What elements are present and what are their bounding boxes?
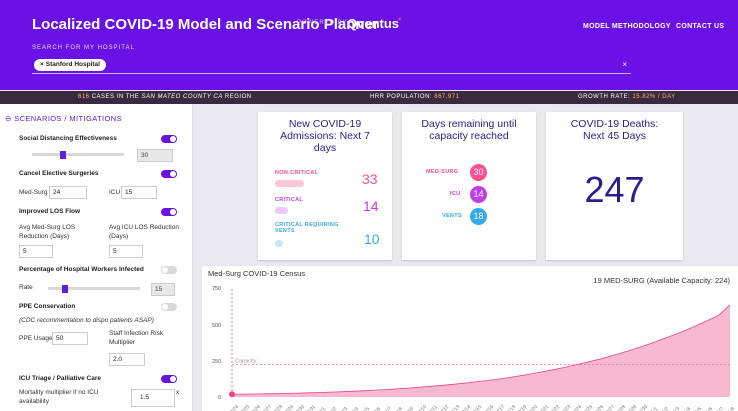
- ppe-note: (CDC recommentation to dispo patients AS…: [19, 317, 154, 324]
- los-icu-input[interactable]: 5: [109, 245, 143, 258]
- icu-input[interactable]: 15: [121, 186, 157, 199]
- vents-value: 10: [364, 231, 380, 247]
- elective-toggle[interactable]: [161, 170, 177, 178]
- risk-input[interactable]: 2.0: [109, 353, 145, 366]
- social-distancing-thumb[interactable]: [59, 151, 66, 159]
- capacity-medsurg-label: MED-SURG: [426, 169, 459, 175]
- ppe-toggle[interactable]: [161, 303, 177, 311]
- census-chart-panel: Med-Surg COVID-19 Census 19 MED-SURG (Av…: [202, 266, 738, 411]
- workers-label: Percentage of Hospital Workers Infected: [19, 266, 144, 273]
- social-distancing-value[interactable]: 30: [137, 149, 173, 162]
- hospital-chip[interactable]: × Stanford Hospital: [34, 59, 106, 71]
- icu-triage-label: ICU Triage / Palliative Care: [19, 375, 102, 382]
- census-chart: Capacity: [229, 289, 731, 398]
- ppe-usage-label: PPE Usage: [19, 335, 53, 342]
- ppe-usage-input[interactable]: 50: [52, 332, 88, 345]
- critical-label: CRITICAL: [275, 197, 304, 203]
- los-label: Improved LOS Flow: [19, 208, 81, 215]
- search-label: SEARCH FOR MY HOSPITAL: [32, 45, 135, 51]
- capacity-card: Days remaining until capacity reached ME…: [402, 112, 536, 260]
- social-distancing-toggle[interactable]: [161, 135, 177, 143]
- chip-remove-icon[interactable]: ×: [40, 61, 44, 68]
- workers-toggle[interactable]: [161, 266, 177, 274]
- capacity-vents-value: 18: [470, 208, 487, 225]
- powered-by-label: POWERED BY: [297, 20, 348, 26]
- today-point: [229, 391, 235, 398]
- capacity-icu-label: ICU: [450, 191, 461, 197]
- stats-bar: 616 CASES IN THE SAN MATEO COUNTY CA REG…: [0, 91, 738, 104]
- social-distancing-slider[interactable]: [32, 153, 124, 156]
- social-distancing-label: Social Distancing Effectiveness: [19, 135, 117, 142]
- los-medsurg-input[interactable]: 5: [19, 245, 53, 258]
- los-icu-label: Avg ICU LOS Reduction: [109, 224, 179, 231]
- workers-value[interactable]: 15: [151, 283, 175, 296]
- deaths-card: COVID-19 Deaths: Next 45 Days 247: [546, 112, 683, 260]
- mortality-label-2: availability: [19, 398, 49, 405]
- critical-value: 14: [363, 198, 379, 214]
- risk-label: Staff Infection Risk: [109, 330, 164, 337]
- mortality-input[interactable]: 1.5: [131, 389, 175, 407]
- los-medsurg-label: Avg Med-Surg LOS: [19, 224, 76, 231]
- los-toggle[interactable]: [161, 208, 177, 216]
- capacity-icu-value: 14: [470, 186, 487, 203]
- capacity-label: Capacity: [235, 359, 257, 365]
- vents-label: CRITICAL REQUIRING VENTS: [275, 222, 339, 234]
- icu-triage-toggle[interactable]: [161, 375, 177, 383]
- capacity-title: Days remaining until capacity reached: [421, 118, 517, 142]
- cases-stat: 616 CASES IN THE SAN MATEO COUNTY CA REG…: [78, 94, 252, 100]
- expand-icon[interactable]: ⊖: [5, 114, 12, 123]
- los-icu-label-2: (Days): [109, 233, 129, 240]
- critical-bar: [275, 207, 288, 214]
- icu-label: ICU: [109, 189, 121, 196]
- population-stat: HRR POPULATION: 867,971: [370, 94, 460, 100]
- clear-search-icon[interactable]: ×: [622, 60, 627, 69]
- noncritical-label: NON-CRITICAL: [275, 170, 319, 176]
- nav-contact-us[interactable]: CONTACT US: [676, 23, 724, 30]
- ppe-label: PPE Conservation: [19, 303, 76, 310]
- medsurg-input[interactable]: 24: [49, 186, 87, 199]
- brand-logo: Qventus•: [347, 14, 402, 31]
- admissions-title: New COVID-19 Admissions: Next 7 days: [280, 118, 370, 154]
- mortality-x-label: x: [176, 389, 180, 396]
- risk-label-2: Multiplier: [109, 339, 136, 346]
- deaths-value: 247: [584, 169, 645, 210]
- scenario-sidebar: ⊖ SCENARIOS / MITIGATIONS Social Distanc…: [0, 104, 193, 411]
- capacity-medsurg-value: 30: [470, 164, 487, 181]
- mortality-label: Mortality multiplier if no ICU: [19, 389, 99, 396]
- admissions-card: New COVID-19 Admissions: Next 7 days NON…: [258, 112, 392, 260]
- rate-label: Rate: [19, 284, 33, 291]
- capacity-vents-label: VENTS: [442, 213, 462, 219]
- section-title: ⊖ SCENARIOS / MITIGATIONS: [5, 114, 122, 123]
- noncritical-bar: [275, 180, 304, 187]
- growth-rate-stat: GROWTH RATE: 15.82% / DAY: [578, 94, 676, 100]
- noncritical-value: 33: [362, 171, 378, 187]
- nav-model-methodology[interactable]: MODEL METHODOLOGY: [583, 23, 671, 30]
- vents-bar: [275, 240, 283, 247]
- workers-thumb[interactable]: [61, 285, 68, 293]
- los-medsurg-label-2: Reduction (Days): [19, 233, 70, 240]
- elective-label: Cancel Elective Surgeries: [19, 170, 99, 177]
- medsurg-label: Med-Surg: [19, 189, 48, 196]
- app-header: Localized COVID-19 Model and Scenario Pl…: [0, 0, 738, 90]
- hospital-search-input[interactable]: × Stanford Hospital ×: [32, 58, 631, 74]
- census-area: [232, 304, 730, 397]
- deaths-title: COVID-19 Deaths: Next 45 Days: [570, 118, 659, 142]
